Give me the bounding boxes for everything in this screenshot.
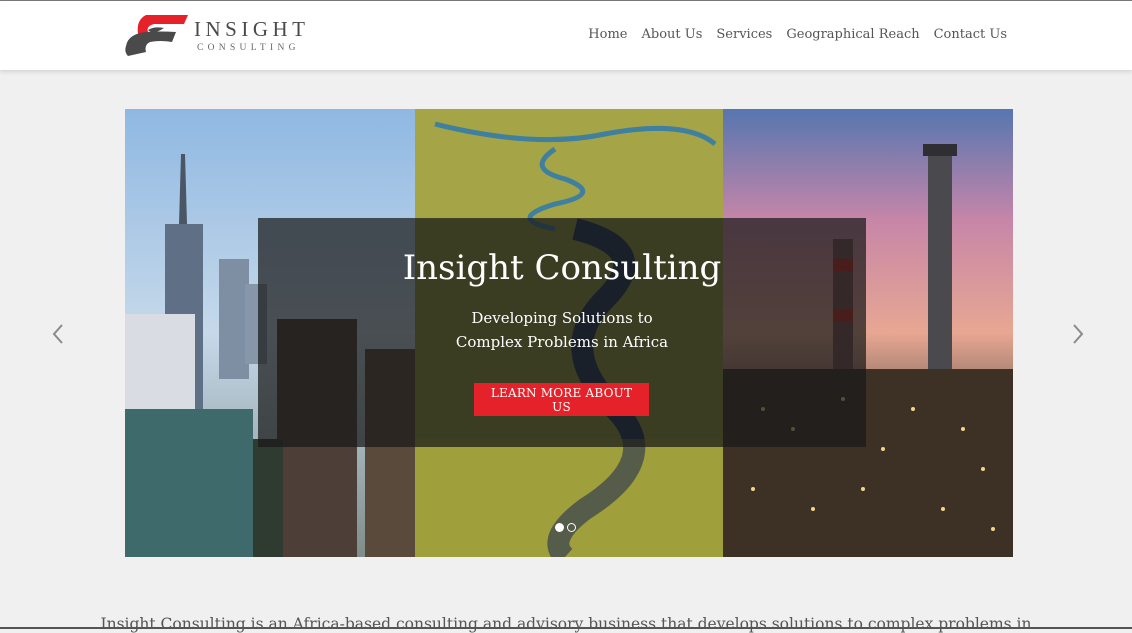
nav-services[interactable]: Services	[716, 27, 772, 42]
hero-slider: Insight Consulting Developing Solutions …	[125, 109, 1013, 557]
chevron-left-icon	[52, 324, 63, 344]
nav-about-us[interactable]: About Us	[641, 27, 702, 42]
logo-mark-icon	[125, 15, 188, 56]
nav-geographical-reach[interactable]: Geographical Reach	[786, 27, 919, 42]
logo-name: INSIGHT	[194, 17, 310, 41]
site-header: INSIGHT CONSULTING Home About Us Service…	[0, 1, 1132, 70]
logo-subtitle: CONSULTING	[197, 43, 300, 53]
hero-subtitle-line-1: Developing Solutions to	[471, 309, 653, 327]
intro-text: Insight Consulting is an Africa-based co…	[100, 614, 1032, 633]
slider-prev-button[interactable]	[50, 322, 66, 350]
learn-more-button[interactable]: LEARN MORE ABOUT US	[474, 383, 649, 416]
site-logo[interactable]: INSIGHT CONSULTING	[124, 12, 314, 62]
hero-title: Insight Consulting	[402, 248, 722, 288]
main-nav: Home About Us Services Geographical Reac…	[588, 27, 1007, 42]
nav-home[interactable]: Home	[588, 27, 627, 42]
slider-dot-2[interactable]	[567, 523, 576, 532]
nav-contact-us[interactable]: Contact Us	[934, 27, 1007, 42]
slider-dot-1[interactable]	[555, 523, 564, 532]
slider-next-button[interactable]	[1070, 322, 1086, 350]
chevron-right-icon	[1073, 324, 1084, 344]
hero-caption-box: Insight Consulting Developing Solutions …	[258, 218, 866, 447]
hero-subtitle-line-2: Complex Problems in Africa	[455, 333, 669, 351]
slider-dots	[555, 523, 579, 532]
